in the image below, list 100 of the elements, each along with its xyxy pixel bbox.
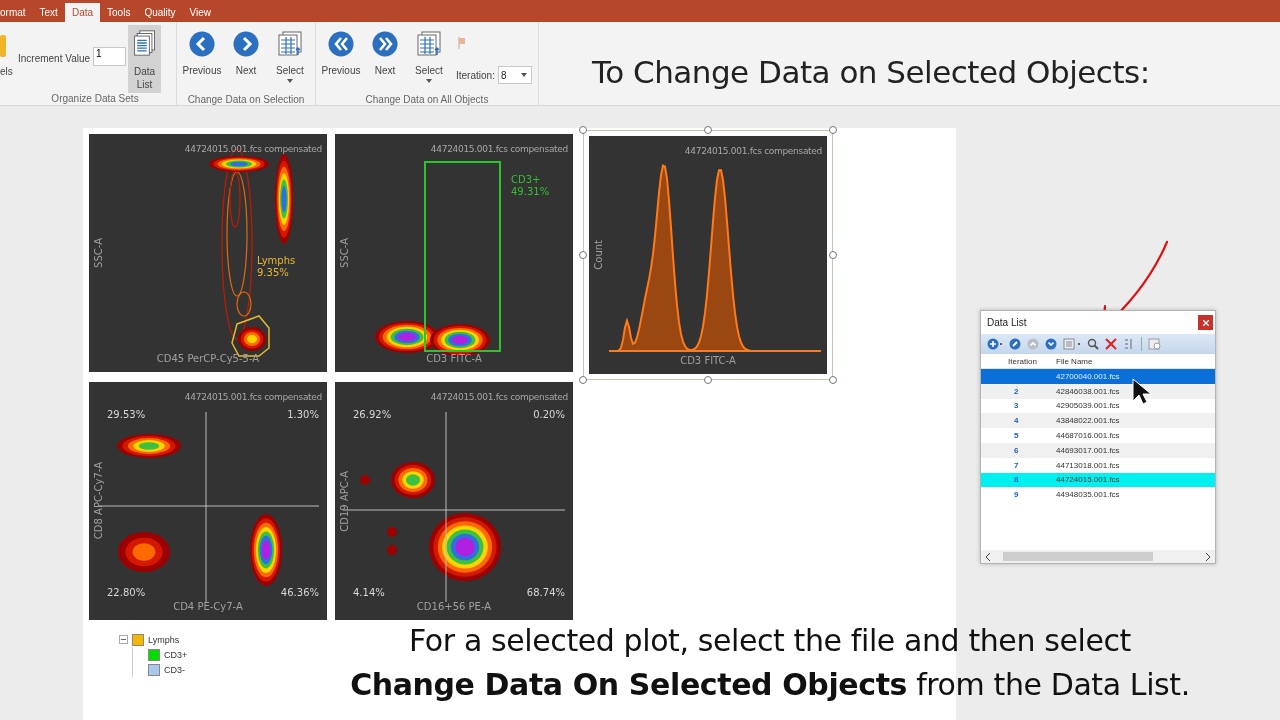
increment-label: Increment Value <box>18 53 91 64</box>
list-icon[interactable] <box>1123 338 1135 350</box>
list-row[interactable]: 3 42905039.001.fcs <box>981 398 1215 414</box>
resize-handle[interactable] <box>704 126 712 134</box>
table-cell: 44724015.001.fcs <box>1056 475 1120 485</box>
ribbon-tab[interactable]: ormat <box>0 3 33 22</box>
resize-handle[interactable] <box>704 376 712 384</box>
close-button[interactable] <box>1198 315 1213 330</box>
document-icon[interactable] <box>1063 338 1081 350</box>
resize-handle[interactable] <box>829 251 837 259</box>
tree-item[interactable]: CD3+ <box>164 649 188 660</box>
delete-icon[interactable] <box>1105 338 1117 350</box>
list-row[interactable]: 7 44713018.001.fcs <box>981 457 1215 473</box>
add-icon[interactable] <box>987 338 1003 350</box>
ribbon-tab[interactable]: Text <box>32 3 65 22</box>
plot-title: 44724015.001.fcs compensated <box>430 392 568 402</box>
list-row[interactable]: 42700040.001.fcs <box>981 369 1215 384</box>
cell-cluster <box>430 324 490 356</box>
list-row[interactable]: 4 43848022.001.fcs <box>981 413 1215 429</box>
gate-outline[interactable] <box>424 161 501 352</box>
group-label: Organize Data Sets <box>50 93 140 104</box>
cell-cluster <box>429 513 501 581</box>
data-list-button[interactable]: Data List <box>128 25 162 93</box>
tree-item[interactable]: Lymphs <box>148 634 180 645</box>
plot-panel[interactable]: 44724015.001.fcs compensated CD3+ 49.31% SSC-A CD3 FITC-A <box>335 134 573 372</box>
axis-label: CD16+56 PE-A <box>416 601 492 612</box>
quadrant-lines[interactable] <box>342 411 566 603</box>
axis-label: CD19 APC-A <box>339 470 350 532</box>
list-row[interactable]: 6 44693017.001.fcs <box>981 443 1215 458</box>
caption: Change Data On Selected Objects from the Data List. <box>350 666 1190 704</box>
document-stack-icon <box>131 30 158 56</box>
horizontal-scrollbar[interactable] <box>981 550 1215 563</box>
resize-handle[interactable] <box>579 251 587 259</box>
ribbon-button[interactable]: Next <box>227 25 265 87</box>
scroll-right-icon[interactable] <box>1205 552 1211 561</box>
caret-icon <box>520 73 527 77</box>
column-header[interactable]: Iteration <box>981 356 1056 366</box>
collapse-icon[interactable] <box>119 635 128 644</box>
quadrant-percent: 68.74% <box>526 587 565 598</box>
plot-panel[interactable]: 44724015.001.fcs compensated 29.53% 1.30% CD8 APC-Cy7-A 22.80% 46.36% CD4 PE-Cy7-A <box>89 382 327 620</box>
table-cell: 43848022.001.fcs <box>1056 416 1120 426</box>
close-icon <box>1202 319 1209 326</box>
ribbon-button[interactable]: Next <box>366 25 404 87</box>
tree-item[interactable]: CD3- <box>164 664 185 675</box>
resize-handle[interactable] <box>829 376 837 384</box>
list-row[interactable]: 5 44687016.001.fcs <box>981 428 1215 443</box>
clock-document-icon[interactable] <box>1148 338 1162 350</box>
cell-cluster <box>360 475 370 485</box>
increment-field[interactable]: 1 <box>93 47 127 66</box>
cell-cluster <box>209 156 269 172</box>
table-cell: 44693017.001.fcs <box>1056 445 1120 455</box>
resize-handle[interactable] <box>579 126 587 134</box>
table-cell: 44687016.001.fcs <box>1056 431 1120 441</box>
column-header[interactable]: File Name <box>1056 356 1093 366</box>
table-cell: 2 <box>1014 386 1019 396</box>
plot-panel[interactable]: 44724015.001.fcs compensated 26.92% 0.20% CD19 APC-A 4.14% 68.74% CD16+56 PE-A <box>335 382 573 620</box>
down-icon[interactable] <box>1045 338 1057 350</box>
axis-label: CD45 PerCP-Cy5-5-A <box>156 353 260 364</box>
scroll-left-icon[interactable] <box>985 552 991 561</box>
cell-cluster <box>118 532 170 572</box>
quadrant-percent: 4.14% <box>353 587 385 598</box>
plot-title: 44724015.001.fcs compensated <box>684 146 822 156</box>
button-label[interactable]: els <box>0 66 13 77</box>
gate-name: CD3+ <box>511 174 542 186</box>
table-cell: 44713018.001.fcs <box>1056 460 1120 470</box>
cell-cluster <box>238 327 266 351</box>
table-document-icon <box>417 31 441 57</box>
gate-percent: 49.31% <box>511 186 550 198</box>
ribbon-tab[interactable]: Data <box>64 3 101 22</box>
ribbon-button[interactable]: Previous <box>183 25 221 87</box>
ribbon-button[interactable]: Select <box>410 25 448 87</box>
table-document-icon <box>278 31 302 57</box>
cell-cluster <box>250 514 282 586</box>
window-title: Data List <box>987 317 1027 328</box>
plot-panel[interactable]: 44724015.001.fcs compensated Count CD3 FITC-A <box>589 136 827 374</box>
axis-label: Count <box>593 240 604 270</box>
iteration-dropdown[interactable]: 8 <box>497 66 532 84</box>
caret-icon <box>287 79 293 83</box>
table-cell: 4 <box>1014 416 1019 426</box>
quadrant-percent: 22.80% <box>107 587 146 598</box>
mouse-cursor-icon <box>1132 378 1152 406</box>
ribbon-tab[interactable]: Quality <box>137 3 183 22</box>
ribbon-tab[interactable]: View <box>182 3 218 22</box>
table-cell: 42700040.001.fcs <box>1056 371 1120 381</box>
axis-label: CD4 PE-Cy7-A <box>173 601 243 612</box>
plot-title: 44724015.001.fcs compensated <box>184 392 322 402</box>
list-row[interactable]: 8 44724015.001.fcs <box>981 472 1215 488</box>
ribbon-tab[interactable]: Tools <box>100 3 138 22</box>
plot-panel[interactable]: 44724015.001.fcs compensated Lymphs 9.35% SSC-A CD45 PerCP-Cy5-5-A <box>89 134 327 372</box>
plot-title: 44724015.001.fcs compensated <box>430 144 568 154</box>
group-label: Change Data on All Objects <box>364 94 490 105</box>
search-icon[interactable] <box>1087 338 1099 350</box>
up-icon[interactable] <box>1027 338 1039 350</box>
list-row[interactable]: 9 44948035.001.fcs <box>981 487 1215 503</box>
resize-handle[interactable] <box>579 376 587 384</box>
ribbon-button[interactable]: Select <box>271 25 309 87</box>
table-cell: 9 <box>1014 490 1019 500</box>
cell-cluster <box>117 434 181 458</box>
resize-handle[interactable] <box>829 126 837 134</box>
ribbon-button[interactable]: Previous <box>322 25 360 87</box>
